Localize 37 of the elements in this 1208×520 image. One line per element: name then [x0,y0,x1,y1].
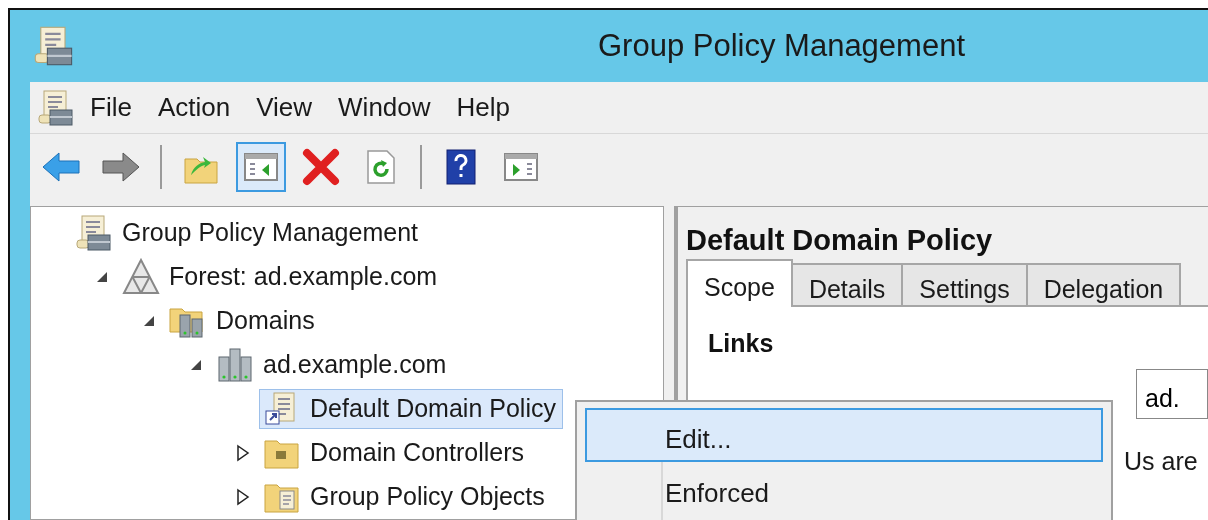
delete-icon [301,147,341,187]
help-icon [445,148,477,186]
menu-item[interactable]: Help [446,88,521,127]
tree-item[interactable]: Default Domain Policy [259,389,563,429]
scroll-toolbox-icon [74,213,114,253]
server-icon [215,345,255,385]
tree-item[interactable]: Forest: ad.example.com [118,257,445,297]
tab[interactable]: Delegation [1025,263,1182,305]
scroll-toolbox-icon [36,87,76,128]
section-heading: Links [708,328,775,359]
tree-item[interactable]: Group Policy Objects [259,477,552,517]
refresh-icon [365,149,397,185]
policy-title: Default Domain Policy [686,223,994,257]
expanded-arrow-icon[interactable] [142,314,156,328]
tree-item[interactable]: ad.example.com [212,345,454,385]
tree-item[interactable]: Domains [165,301,322,341]
menu-item[interactable]: File [80,88,142,127]
tab[interactable]: Details [790,263,904,305]
expanded-arrow-icon[interactable] [95,270,109,284]
collapsed-arrow-icon[interactable] [236,488,250,506]
collapsed-arrow-icon[interactable] [236,444,250,462]
tab[interactable]: Scope [686,259,793,307]
expanded-arrow-icon[interactable] [189,358,203,372]
triangles-icon [121,257,161,297]
menu-item[interactable]: View [246,88,323,127]
tree-item[interactable]: Group Policy Management [71,213,425,253]
menu-item[interactable]: Enforced [585,462,1103,516]
window-title: Group Policy Management [598,26,966,65]
menu-item[interactable]: Action [147,88,241,127]
menu-item[interactable]: Edit... [585,408,1103,462]
menu-item[interactable]: Window [328,88,441,127]
tab[interactable]: Settings [901,263,1028,305]
forward-arrow-icon [101,149,141,185]
back-arrow-icon [41,149,81,185]
note-text: Us are [1124,446,1198,477]
location-field[interactable]: ad. [1136,368,1208,419]
tree-item[interactable]: Domain Controllers [259,433,531,473]
